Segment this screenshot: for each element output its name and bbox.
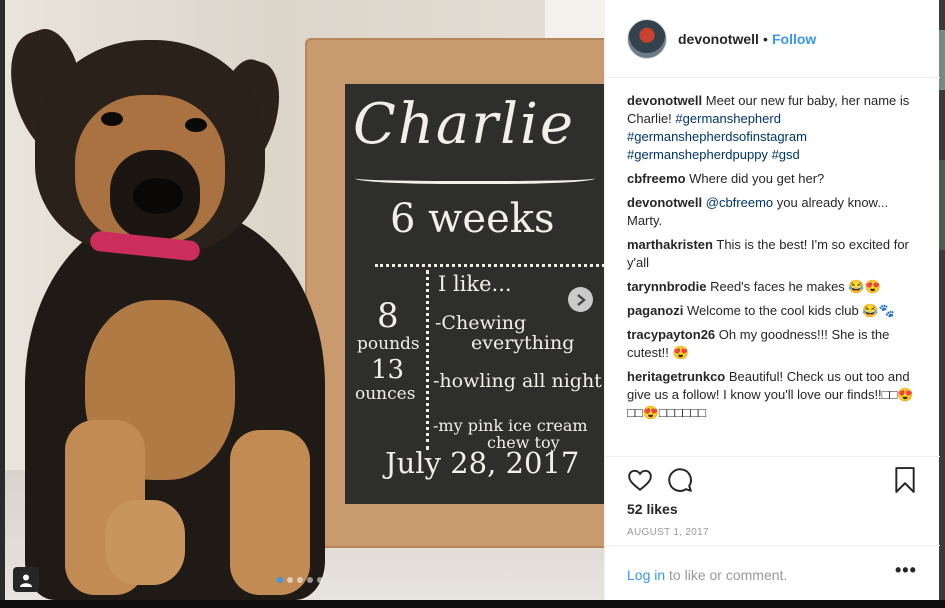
- puppy-paw: [105, 500, 185, 585]
- comment: tracypayton26 Oh my goodness!!! She is t…: [627, 326, 917, 362]
- author-username[interactable]: devonotwell: [678, 31, 759, 47]
- chalkboard-underline: [355, 170, 595, 184]
- comment: cbfreemo Where did you get her?: [627, 170, 917, 188]
- mention-link[interactable]: @cbfreemo: [706, 195, 773, 210]
- puppy-eye-left: [101, 112, 123, 126]
- chalkboard-weight-ounces-value: 13: [371, 355, 405, 385]
- comment: tarynnbrodie Reed's faces he makes 😂😍: [627, 278, 917, 296]
- comment: heritagetrunkco Beautiful! Check us out …: [627, 368, 917, 422]
- comment-username[interactable]: heritagetrunkco: [627, 369, 725, 384]
- hashtag-link[interactable]: #germanshepherdsofinstagram: [627, 129, 807, 144]
- hashtag-link[interactable]: #germanshepherdpuppy: [627, 147, 768, 162]
- comment: devonotwell @cbfreemo you already know..…: [627, 194, 917, 230]
- chevron-right-icon[interactable]: [568, 287, 593, 312]
- puppy-eye-right: [185, 118, 207, 132]
- follow-button[interactable]: Follow: [772, 31, 816, 47]
- post-modal: Charlie 6 weeks I like... -Chewing every…: [5, 0, 940, 600]
- chalkboard-weight-ounces-label: ounces: [355, 384, 416, 404]
- comment-username[interactable]: paganozi: [627, 303, 683, 318]
- puppy-leg-right: [230, 430, 310, 595]
- carousel-dot: [297, 577, 303, 583]
- carousel-indicator: [277, 577, 323, 583]
- comment-username[interactable]: devonotwell: [627, 93, 702, 108]
- comment: marthakristen This is the best! I'm so e…: [627, 236, 917, 272]
- comment-text: Where did you get her?: [689, 171, 825, 186]
- chalkboard-divider-vertical: [426, 270, 429, 450]
- post-sidebar: devonotwell • Follow devonotwell Meet ou…: [604, 0, 940, 600]
- login-prompt: Log in to like or comment.: [627, 567, 787, 583]
- carousel-dot: [307, 577, 313, 583]
- chalkboard-date: July 28, 2017: [385, 446, 580, 480]
- carousel-dot: [317, 577, 323, 583]
- hashtag-link[interactable]: #gsd: [772, 147, 800, 162]
- comment-username[interactable]: marthakristen: [627, 237, 713, 252]
- carousel-dot: [287, 577, 293, 583]
- comment-list: devonotwell Meet our new fur baby, her n…: [627, 92, 917, 428]
- carousel-dot: [277, 577, 283, 583]
- comment-icon[interactable]: [667, 467, 693, 493]
- comment-text: Welcome to the cool kids club 😂🐾: [686, 303, 895, 318]
- header-separator: •: [763, 31, 768, 47]
- comment-username[interactable]: cbfreemo: [627, 171, 686, 186]
- chalkboard-weight-pounds-value: 8: [377, 296, 399, 336]
- bookmark-icon[interactable]: [894, 467, 916, 493]
- like-count[interactable]: 52 likes: [627, 501, 678, 517]
- comment-username[interactable]: devonotwell: [627, 195, 702, 210]
- chalkboard-weight-pounds-label: pounds: [357, 334, 420, 354]
- avatar[interactable]: [627, 19, 667, 59]
- puppy-nose: [133, 178, 183, 214]
- action-bar: [605, 456, 940, 493]
- comment-caption: devonotwell Meet our new fur baby, her n…: [627, 92, 917, 164]
- chalkboard-weeks: 6 weeks: [390, 196, 555, 242]
- post-footer: Log in to like or comment. •••: [605, 545, 940, 600]
- comment: paganozi Welcome to the cool kids club 😂…: [627, 302, 917, 320]
- chalkboard-i-like: I like...: [438, 272, 512, 296]
- post-date[interactable]: AUGUST 1, 2017: [627, 527, 709, 538]
- chalkboard-like-1b: everything: [471, 332, 575, 354]
- backdrop-right-strip: [939, 0, 945, 608]
- chalkboard-like-2: -howling all night: [433, 370, 602, 392]
- post-header: devonotwell • Follow: [605, 0, 940, 78]
- chalkboard-divider-horizontal: [375, 264, 604, 267]
- more-options-icon[interactable]: •••: [895, 560, 917, 581]
- login-prompt-text: to like or comment.: [665, 567, 788, 583]
- hashtag-link[interactable]: #germanshepherd: [675, 111, 781, 126]
- user-tag-icon[interactable]: [13, 567, 39, 592]
- comment-text: Reed's faces he makes 😂😍: [710, 279, 881, 294]
- comment-username[interactable]: tarynnbrodie: [627, 279, 706, 294]
- chalkboard-like-1a: -Chewing: [435, 312, 527, 334]
- backdrop-bottom-strip: [0, 600, 945, 608]
- comment-username[interactable]: tracypayton26: [627, 327, 715, 342]
- post-photo[interactable]: Charlie 6 weeks I like... -Chewing every…: [5, 0, 604, 600]
- login-link[interactable]: Log in: [627, 567, 665, 583]
- heart-icon[interactable]: [627, 467, 653, 493]
- chalkboard-name: Charlie: [353, 92, 576, 157]
